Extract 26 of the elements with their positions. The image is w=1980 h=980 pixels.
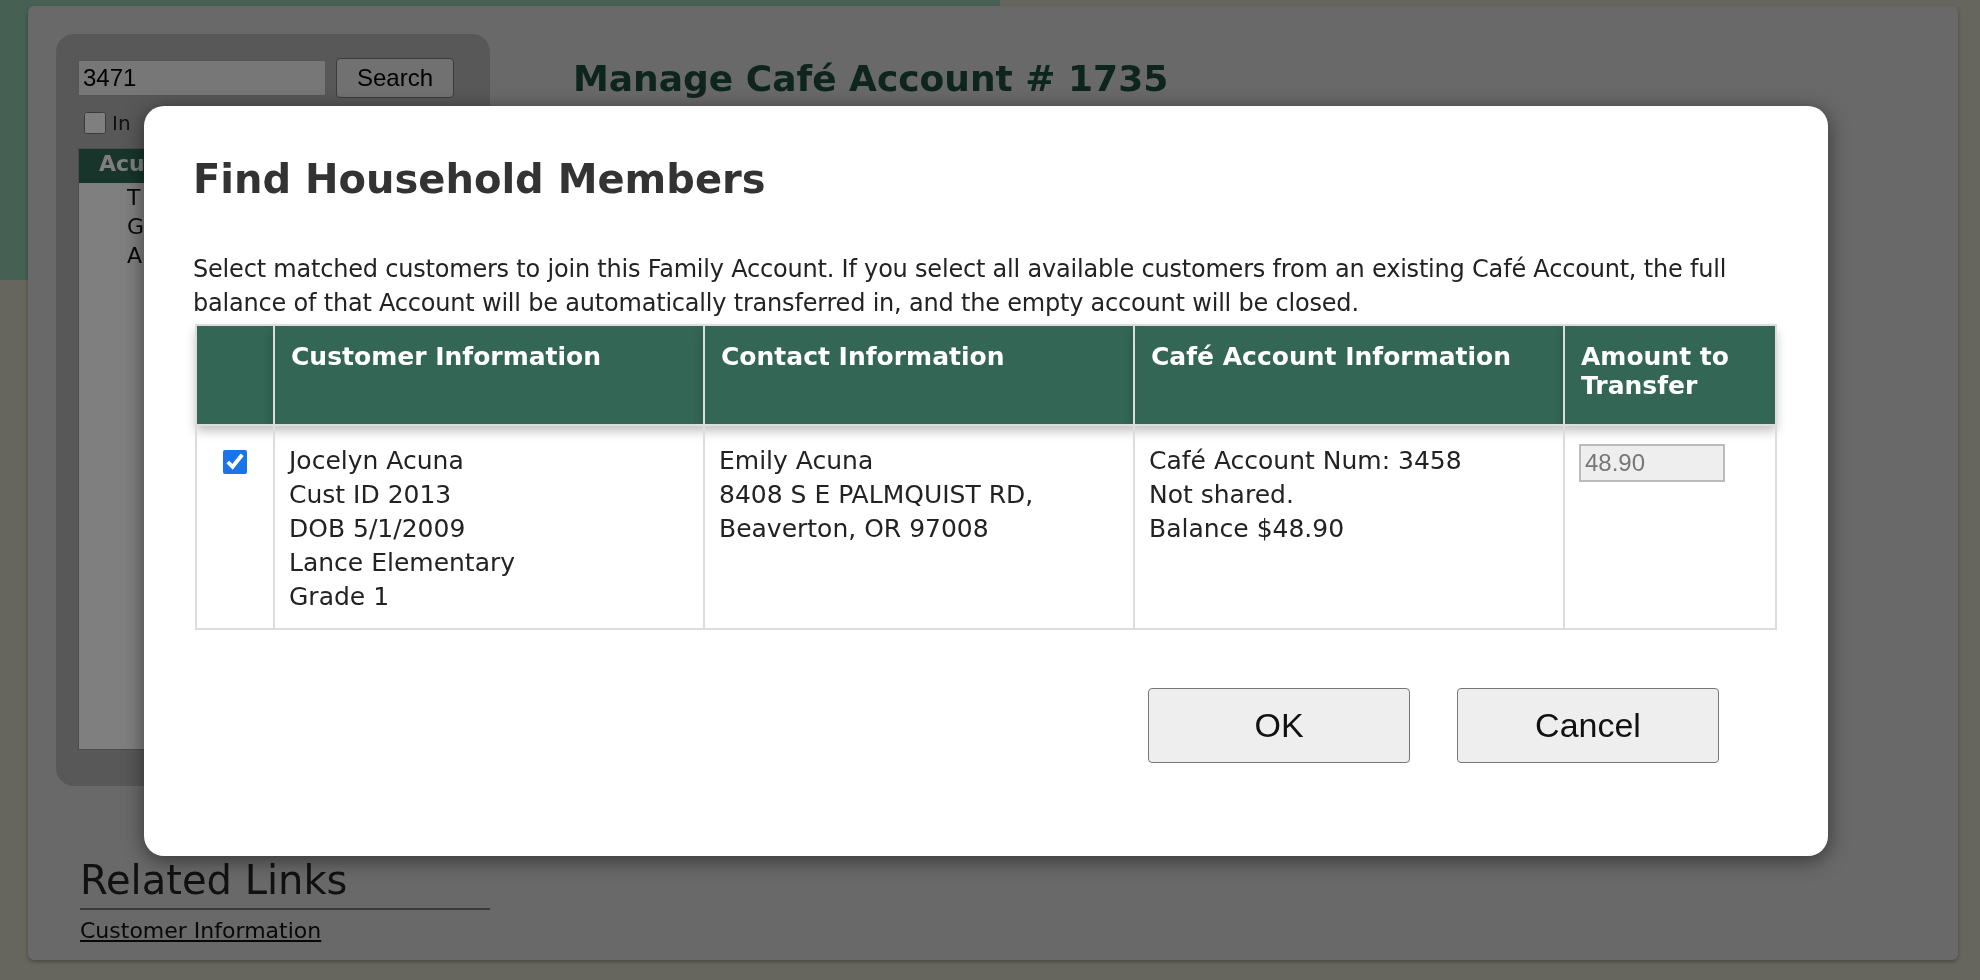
cell-text: Beaverton, OR 97008 — [719, 513, 990, 545]
checkbox-label: In — [112, 111, 131, 135]
cell-text: Not shared. — [1149, 479, 1295, 511]
related-link[interactable]: Customer Information — [80, 918, 322, 943]
cell-text: Café Account Num: 3458 — [1149, 445, 1463, 477]
cell-text: Lance Elementary — [289, 547, 517, 579]
column-header: Amount to Transfer — [1564, 325, 1776, 425]
cell-text: Emily Acuna — [719, 445, 875, 477]
row-checkbox[interactable] — [223, 450, 247, 474]
column-header: Café Account Information — [1134, 325, 1564, 425]
section-heading: Related Links — [80, 858, 349, 902]
include-checkbox[interactable] — [84, 112, 106, 134]
cell-text: Grade 1 — [289, 581, 391, 613]
cancel-button[interactable]: Cancel — [1457, 688, 1719, 763]
page-heading: Manage Café Account # 1735 — [573, 58, 1170, 99]
cell-text: 8408 S E PALMQUIST RD, — [719, 479, 1035, 511]
search-button[interactable]: Search — [336, 58, 454, 98]
cell-text: Balance $48.90 — [1149, 513, 1346, 545]
ok-button[interactable]: OK — [1148, 688, 1410, 763]
column-header: Contact Information — [704, 325, 1134, 425]
cell-text: Cust ID 2013 — [289, 479, 453, 511]
cell-text: DOB 5/1/2009 — [289, 513, 467, 545]
search-field[interactable]: 3471 — [78, 60, 326, 96]
cell-text: Jocelyn Acuna — [289, 445, 465, 477]
dialog-description: Select matched customers to join this Family Account. If you select all available customers from an existing Café Account, the full balance of that Account will be automatically transferred in, and the empty account will be closed. — [193, 254, 1728, 319]
column-header: Customer Information — [274, 325, 704, 425]
